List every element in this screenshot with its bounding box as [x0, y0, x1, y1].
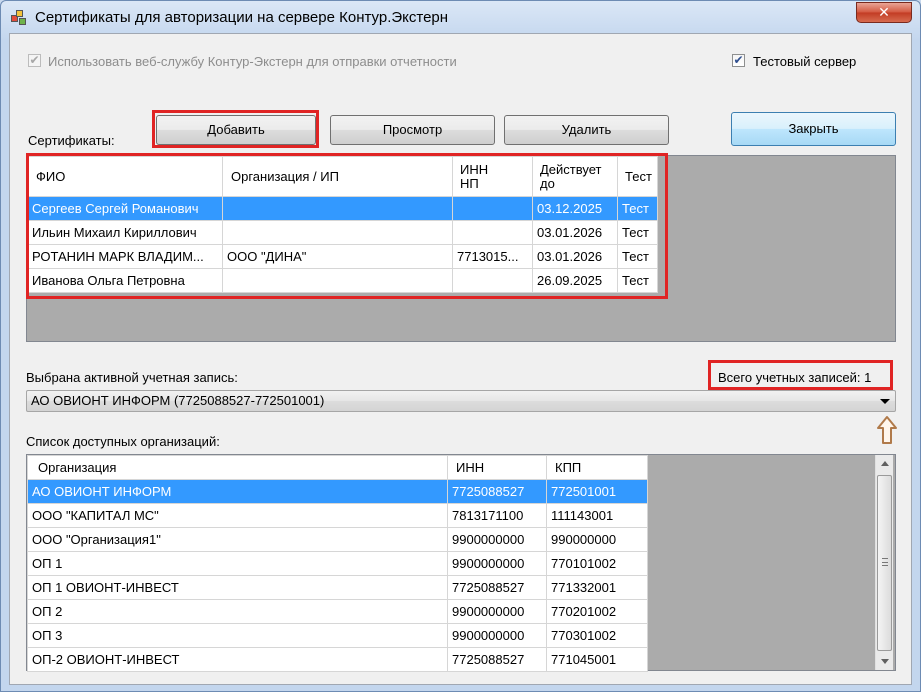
add-certificate-button[interactable]: Добавить: [156, 115, 316, 145]
organizations-table: Организация ИНН КПП АО ОВИОНТ ИНФОРМ 772…: [27, 455, 648, 672]
cell-organization: ОП-2 ОВИОНТ-ИНВЕСТ: [27, 647, 448, 672]
table-row[interactable]: РОТАНИН МАРК ВЛАДИМ... ООО "ДИНА" 771301…: [27, 244, 658, 269]
certificates-grid[interactable]: ФИО Организация / ИП ИНН НП Действует до Т…: [26, 155, 896, 342]
dialog-client-area: ✔ Использовать веб-службу Контур-Экстерн…: [9, 33, 912, 685]
cell-org: [222, 220, 453, 245]
delete-certificate-button[interactable]: Удалить: [504, 115, 669, 145]
up-arrow-hint-icon: [877, 416, 897, 444]
cell-org: [222, 196, 453, 221]
cell-kpp: 990000000: [546, 527, 648, 552]
cell-inn: 9900000000: [447, 623, 547, 648]
cell-inn: [452, 268, 533, 293]
cell-fio: Сергеев Сергей Романович: [27, 196, 223, 221]
table-row[interactable]: Иванова Ольга Петровна 26.09.2025 Тест: [27, 268, 658, 293]
grip-icon: [882, 558, 888, 566]
cell-org: [222, 268, 453, 293]
cell-kpp: 771332001: [546, 575, 648, 600]
cell-inn: 9900000000: [447, 527, 547, 552]
cell-inn: 9900000000: [447, 551, 547, 576]
table-row[interactable]: ОП 3 9900000000 770301002: [27, 623, 648, 648]
window-close-button[interactable]: ✕: [856, 2, 912, 23]
organizations-label: Список доступных организаций:: [26, 434, 220, 449]
cell-valid-until: 03.01.2026: [532, 244, 618, 269]
title-bar[interactable]: Сертификаты для авторизации на сервере К…: [1, 1, 920, 33]
view-certificate-button[interactable]: Просмотр: [330, 115, 495, 145]
cell-inn: 7725088527: [447, 575, 547, 600]
cell-inn: 7725088527: [447, 647, 547, 672]
active-account-value: АО ОВИОНТ ИНФОРМ (7725088527-772501001): [31, 393, 325, 408]
certificates-table: ФИО Организация / ИП ИНН НП Действует до Т…: [27, 156, 658, 293]
cell-fio: Иванова Ольга Петровна: [27, 268, 223, 293]
scroll-thumb[interactable]: [877, 475, 892, 651]
cell-inn: 7713015...: [452, 244, 533, 269]
cell-valid-until: 03.01.2026: [532, 220, 618, 245]
column-header-fio[interactable]: ФИО: [27, 156, 223, 197]
cell-inn: 7725088527: [447, 479, 547, 504]
cell-organization: ООО "КАПИТАЛ МС": [27, 503, 448, 528]
table-row[interactable]: ОП 1 ОВИОНТ-ИНВЕСТ 7725088527 771332001: [27, 575, 648, 600]
cell-fio: РОТАНИН МАРК ВЛАДИМ...: [27, 244, 223, 269]
cell-test: Тест: [617, 244, 658, 269]
table-row[interactable]: ОП-2 ОВИОНТ-ИНВЕСТ 7725088527 771045001: [27, 647, 648, 672]
app-icon: [11, 10, 27, 26]
cell-organization: ОП 1: [27, 551, 448, 576]
cell-org: ООО "ДИНА": [222, 244, 453, 269]
use-webservice-label: Использовать веб-службу Контур-Экстерн д…: [48, 54, 457, 69]
cell-organization: АО ОВИОНТ ИНФОРМ: [27, 479, 448, 504]
scroll-down-icon[interactable]: [881, 659, 889, 664]
cell-valid-until: 03.12.2025: [532, 196, 618, 221]
organizations-grid[interactable]: Организация ИНН КПП АО ОВИОНТ ИНФОРМ 772…: [26, 454, 896, 672]
column-header-inn[interactable]: ИНН НП: [452, 156, 533, 197]
column-header-org[interactable]: Организация / ИП: [222, 156, 453, 197]
table-row[interactable]: ООО "Организация1" 9900000000 990000000: [27, 527, 648, 552]
cell-kpp: 772501001: [546, 479, 648, 504]
chevron-down-icon[interactable]: [880, 399, 890, 404]
test-server-label: Тестовый сервер: [753, 54, 857, 69]
test-server-checkbox[interactable]: ✔: [732, 54, 745, 67]
cell-organization: ООО "Организация1": [27, 527, 448, 552]
table-row[interactable]: АО ОВИОНТ ИНФОРМ 7725088527 772501001: [27, 479, 648, 504]
cell-valid-until: 26.09.2025: [532, 268, 618, 293]
table-row[interactable]: Ильин Михаил Кириллович 03.01.2026 Тест: [27, 220, 658, 245]
cell-organization: ОП 2: [27, 599, 448, 624]
cell-inn: [452, 220, 533, 245]
cell-test: Тест: [617, 196, 658, 221]
column-header-organization[interactable]: Организация: [27, 455, 448, 480]
window-title: Сертификаты для авторизации на сервере К…: [35, 9, 449, 26]
active-account-dropdown[interactable]: АО ОВИОНТ ИНФОРМ (7725088527-772501001): [26, 390, 896, 412]
total-accounts-label: Всего учетных записей: 1: [718, 370, 872, 385]
organizations-vertical-scrollbar[interactable]: [875, 455, 893, 670]
column-header-kpp[interactable]: КПП: [546, 455, 648, 480]
cell-kpp: 770201002: [546, 599, 648, 624]
table-row[interactable]: ООО "КАПИТАЛ МС" 7813171100 111143001: [27, 503, 648, 528]
cell-kpp: 770101002: [546, 551, 648, 576]
scroll-up-icon[interactable]: [881, 461, 889, 466]
cell-test: Тест: [617, 220, 658, 245]
dialog-window: Сертификаты для авторизации на сервере К…: [0, 0, 921, 692]
cell-kpp: 771045001: [546, 647, 648, 672]
certificates-label: Сертификаты:: [28, 133, 115, 148]
column-header-inn[interactable]: ИНН: [447, 455, 547, 480]
column-header-valid-until[interactable]: Действует до: [532, 156, 618, 197]
cell-test: Тест: [617, 268, 658, 293]
cell-kpp: 770301002: [546, 623, 648, 648]
table-row[interactable]: Сергеев Сергей Романович 03.12.2025 Тест: [27, 196, 658, 221]
table-row[interactable]: ОП 1 9900000000 770101002: [27, 551, 648, 576]
use-webservice-checkbox[interactable]: ✔: [28, 54, 41, 67]
column-header-test[interactable]: Тест: [617, 156, 658, 197]
cell-organization: ОП 3: [27, 623, 448, 648]
cell-inn: 9900000000: [447, 599, 547, 624]
active-account-label: Выбрана активной учетная запись:: [26, 370, 238, 385]
cell-organization: ОП 1 ОВИОНТ-ИНВЕСТ: [27, 575, 448, 600]
cell-inn: 7813171100: [447, 503, 547, 528]
cell-fio: Ильин Михаил Кириллович: [27, 220, 223, 245]
cell-kpp: 111143001: [546, 503, 648, 528]
cell-inn: [452, 196, 533, 221]
close-button[interactable]: Закрыть: [731, 112, 896, 146]
table-row[interactable]: ОП 2 9900000000 770201002: [27, 599, 648, 624]
